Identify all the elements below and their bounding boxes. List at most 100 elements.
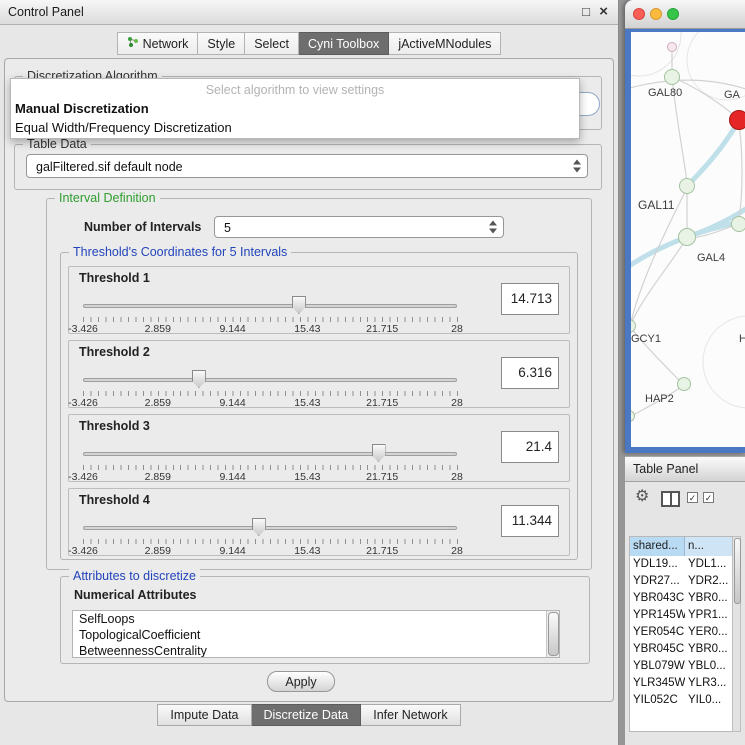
tab-cyni-toolbox[interactable]: Cyni Toolbox: [299, 32, 389, 55]
threshold-2-value-field[interactable]: 6.316: [501, 357, 559, 389]
tab-discretize-data[interactable]: Discretize Data: [252, 704, 362, 726]
slider-handle[interactable]: [372, 444, 386, 462]
network-node[interactable]: [731, 216, 745, 232]
network-icon: [127, 36, 139, 51]
cell[interactable]: YDL19...: [630, 556, 685, 573]
cell[interactable]: YIL0...: [685, 692, 732, 709]
network-canvas[interactable]: GAL80 GA GAL11 GAL4 GCY1 H HAP2: [631, 32, 745, 447]
network-node-gal4[interactable]: [678, 228, 696, 246]
list-scrollbar[interactable]: [546, 611, 559, 657]
table-row[interactable]: YPR145WYPR1...: [630, 607, 732, 624]
minimize-traffic-light-icon[interactable]: [650, 8, 662, 20]
cell[interactable]: YPR1...: [685, 607, 732, 624]
cell[interactable]: YER0...: [685, 624, 732, 641]
threshold-2-slider[interactable]: -3.426 2.859 9.144 15.43 21.715 28: [83, 369, 457, 405]
num-intervals-combobox[interactable]: 5: [214, 216, 504, 238]
dropdown-option-manual-discretization[interactable]: Manual Discretization: [11, 99, 579, 118]
cell[interactable]: YBR0...: [685, 641, 732, 658]
scale-tick-label: 9.144: [219, 545, 245, 557]
list-item[interactable]: SelfLoops: [73, 611, 559, 627]
close-icon[interactable]: ×: [599, 0, 608, 24]
apply-button[interactable]: Apply: [267, 671, 335, 692]
zoom-traffic-light-icon[interactable]: [667, 8, 679, 20]
slider-track[interactable]: [83, 452, 457, 456]
gear-icon[interactable]: ⚙: [635, 486, 649, 506]
threshold-4-slider[interactable]: -3.426 2.859 9.144 15.43 21.715 28: [83, 517, 457, 553]
network-node-gal11[interactable]: [679, 178, 695, 194]
scale-tick-label: 2.859: [145, 323, 171, 335]
combo-stepper-icon[interactable]: [573, 160, 582, 173]
cell[interactable]: YBR045C: [630, 641, 685, 658]
slider-track[interactable]: [83, 304, 457, 308]
slider-handle[interactable]: [252, 518, 266, 536]
threshold-label: Threshold 4: [79, 493, 150, 507]
table-row[interactable]: YBR045CYBR0...: [630, 641, 732, 658]
cell[interactable]: YLR3...: [685, 675, 732, 692]
table-columns-icon[interactable]: [661, 491, 680, 507]
slider-handle[interactable]: [292, 296, 306, 314]
cell[interactable]: YBR043C: [630, 590, 685, 607]
table-row[interactable]: YIL052CYIL0...: [630, 692, 732, 709]
cell[interactable]: YDR27...: [630, 573, 685, 590]
tab-style[interactable]: Style: [198, 32, 245, 55]
network-node-hap2[interactable]: [677, 377, 691, 391]
threshold-3-value-field[interactable]: 21.4: [501, 431, 559, 463]
scale-tick-label: 9.144: [219, 323, 245, 335]
scrollbar-thumb[interactable]: [548, 612, 559, 656]
combo-stepper-icon[interactable]: [489, 221, 498, 234]
slider-handle[interactable]: [192, 370, 206, 388]
tab-impute-data[interactable]: Impute Data: [157, 704, 251, 726]
cell[interactable]: YER054C: [630, 624, 685, 641]
table-row[interactable]: YLR345WYLR3...: [630, 675, 732, 692]
slider-track[interactable]: [83, 378, 457, 382]
network-node[interactable]: [667, 42, 677, 52]
table-row[interactable]: YDL19...YDL1...: [630, 556, 732, 573]
list-item[interactable]: BetweennessCentrality: [73, 643, 559, 658]
threshold-1-value-field[interactable]: 14.713: [501, 283, 559, 315]
node-label: H: [739, 333, 745, 345]
threshold-3-slider[interactable]: -3.426 2.859 9.144 15.43 21.715 28: [83, 443, 457, 479]
cell[interactable]: YBL0...: [685, 658, 732, 675]
cell[interactable]: YLR345W: [630, 675, 685, 692]
table-row[interactable]: YBR043CYBR0...: [630, 590, 732, 607]
cell[interactable]: YDL1...: [685, 556, 732, 573]
threshold-1-slider[interactable]: -3.426 2.859 9.144 15.43 21.715 28: [83, 295, 457, 331]
list-item[interactable]: TopologicalCoefficient: [73, 627, 559, 643]
tab-network[interactable]: Network: [117, 32, 199, 55]
dropdown-option-equal-width-frequency[interactable]: Equal Width/Frequency Discretization: [11, 118, 579, 137]
scale-tick-label: 21.715: [366, 545, 398, 557]
cell[interactable]: YBR0...: [685, 590, 732, 607]
table-scrollbar[interactable]: [732, 536, 741, 732]
close-traffic-light-icon[interactable]: [633, 8, 645, 20]
table-panel-body: ⚙ ✓ ✓ shared... n... YDL19...YDL1... YDR…: [625, 482, 745, 745]
checkbox-icon[interactable]: ✓: [687, 492, 698, 503]
table-header-row: shared... n...: [630, 537, 732, 556]
cell[interactable]: YIL052C: [630, 692, 685, 709]
slider-track[interactable]: [83, 526, 457, 530]
threshold-4-box: Threshold 4 -3.426 2.859 9.144 15.43 21.…: [68, 488, 570, 556]
slider-ticks: [83, 465, 458, 470]
float-window-icon[interactable]: □: [582, 0, 590, 24]
column-header-name[interactable]: n...: [685, 537, 732, 556]
network-node-gal80[interactable]: [664, 69, 680, 85]
network-node-selected[interactable]: [729, 110, 745, 130]
numerical-attributes-list: SelfLoops TopologicalCoefficient Between…: [72, 610, 560, 658]
tab-jactivemnodules[interactable]: jActiveMNodules: [389, 32, 501, 55]
table-row[interactable]: YDR27...YDR2...: [630, 573, 732, 590]
cell[interactable]: YPR145W: [630, 607, 685, 624]
tab-select[interactable]: Select: [245, 32, 299, 55]
scrollbar-thumb[interactable]: [734, 538, 741, 604]
tab-infer-network[interactable]: Infer Network: [361, 704, 460, 726]
table-row[interactable]: YBL079WYBL0...: [630, 658, 732, 675]
column-header-shared[interactable]: shared...: [630, 537, 685, 556]
node-label: HAP2: [645, 393, 674, 405]
checkbox-icon[interactable]: ✓: [703, 492, 714, 503]
table-data-combobox[interactable]: galFiltered.sif default node: [26, 154, 588, 178]
scale-tick-label: -3.426: [68, 323, 98, 335]
cell[interactable]: YBL079W: [630, 658, 685, 675]
threshold-4-value-field[interactable]: 11.344: [501, 505, 559, 537]
cell[interactable]: YDR2...: [685, 573, 732, 590]
table-row[interactable]: YER054CYER0...: [630, 624, 732, 641]
network-window-titlebar[interactable]: [625, 0, 745, 29]
threshold-label: Threshold 1: [79, 271, 150, 285]
